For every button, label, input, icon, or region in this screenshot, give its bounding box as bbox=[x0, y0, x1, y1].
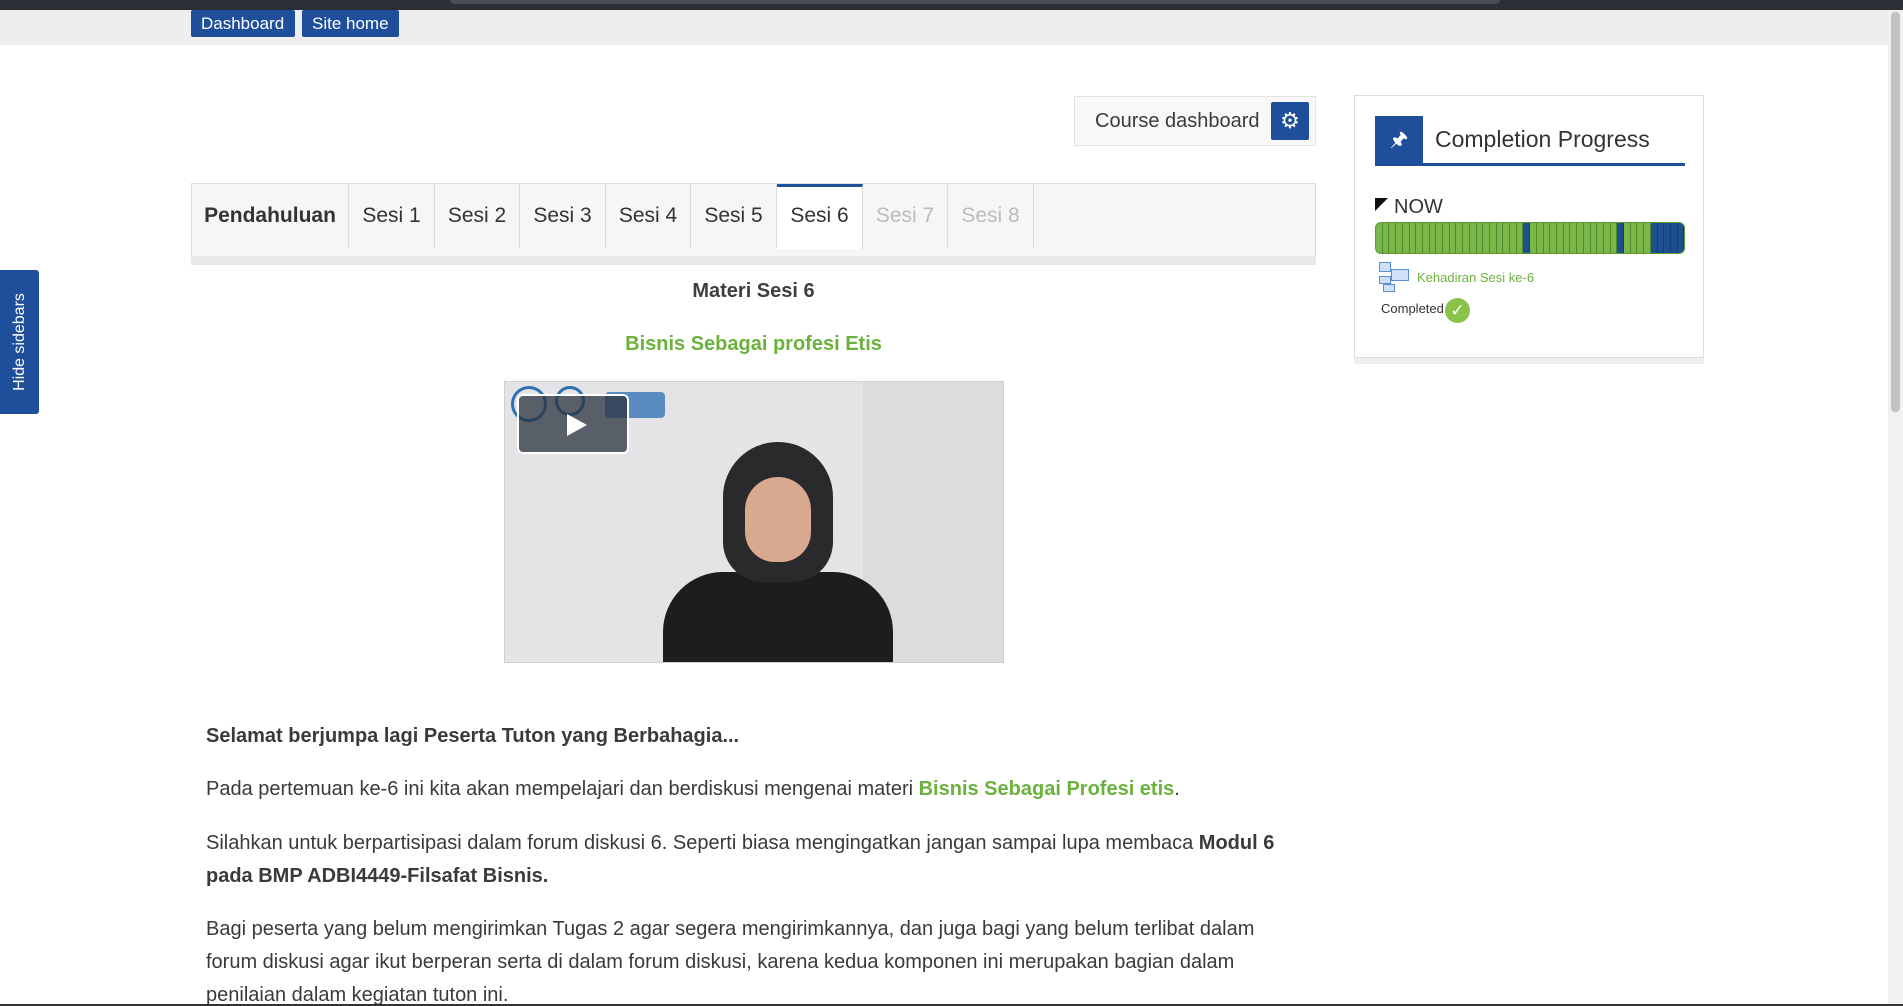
progress-segment[interactable] bbox=[1610, 223, 1618, 253]
progress-segment[interactable] bbox=[1429, 223, 1437, 253]
status-label: Completed bbox=[1381, 301, 1444, 316]
tabs-underline bbox=[191, 256, 1316, 265]
progress-segment[interactable] bbox=[1516, 223, 1524, 253]
intro-paragraph: Pada pertemuan ke-6 ini kita akan mempel… bbox=[206, 773, 1306, 806]
progress-segment[interactable] bbox=[1510, 223, 1517, 253]
progress-bar bbox=[1375, 222, 1685, 254]
progress-segment[interactable] bbox=[1402, 223, 1410, 253]
progress-segment[interactable] bbox=[1449, 223, 1457, 253]
progress-segment[interactable] bbox=[1463, 223, 1470, 253]
topic-link: Bisnis Sebagai Profesi etis bbox=[918, 778, 1175, 800]
tab-sesi-5[interactable]: Sesi 5 bbox=[691, 184, 777, 248]
progress-segment[interactable] bbox=[1630, 223, 1638, 253]
site-home-button[interactable]: Site home bbox=[302, 10, 399, 37]
intro-text: Pada pertemuan ke-6 ini kita akan mempel… bbox=[206, 778, 919, 800]
tab-sesi-1[interactable]: Sesi 1 bbox=[349, 184, 435, 248]
video-player[interactable] bbox=[504, 381, 1004, 663]
progress-segment[interactable] bbox=[1550, 223, 1557, 253]
dashboard-button[interactable]: Dashboard bbox=[191, 10, 295, 37]
now-label: NOW bbox=[1394, 196, 1443, 218]
course-dashboard-label[interactable]: Course dashboard bbox=[1095, 110, 1260, 133]
forum-text: Silahkan untuk berpartisipasi dalam foru… bbox=[206, 832, 1199, 854]
progress-segment[interactable] bbox=[1543, 223, 1551, 253]
top-bar-slot bbox=[450, 0, 1500, 4]
tab-pendahuluan[interactable]: Pendahuluan bbox=[192, 184, 349, 248]
hide-sidebars-label: Hide sidebars bbox=[10, 293, 28, 391]
progress-segment[interactable] bbox=[1670, 223, 1678, 253]
section-tabs: Pendahuluan Sesi 1 Sesi 2 Sesi 3 Sesi 4 … bbox=[191, 183, 1316, 265]
materi-title: Materi Sesi 6 bbox=[692, 280, 815, 302]
progress-segment[interactable] bbox=[1503, 223, 1511, 253]
progress-segment[interactable] bbox=[1376, 223, 1383, 253]
progress-segment[interactable] bbox=[1637, 223, 1645, 253]
progress-segment[interactable] bbox=[1496, 223, 1504, 253]
progress-segment[interactable] bbox=[1382, 223, 1390, 253]
completion-progress-header: 🖈 Completion Progress bbox=[1375, 116, 1685, 166]
gear-icon[interactable]: ⚙ bbox=[1271, 102, 1309, 140]
progress-segment[interactable] bbox=[1563, 223, 1571, 253]
play-icon[interactable] bbox=[517, 394, 629, 454]
progress-segment[interactable] bbox=[1422, 223, 1430, 253]
scrollbar[interactable] bbox=[1888, 10, 1903, 1006]
progress-segment[interactable] bbox=[1597, 223, 1604, 253]
progress-segment[interactable] bbox=[1657, 223, 1665, 253]
completion-progress-title: Completion Progress bbox=[1435, 126, 1650, 152]
progress-segment[interactable] bbox=[1603, 223, 1611, 253]
activity-link[interactable]: Kehadiran Sesi ke-6 bbox=[1417, 270, 1534, 285]
progress-segment[interactable] bbox=[1456, 223, 1464, 253]
now-indicator: NOW bbox=[1375, 196, 1443, 219]
progress-segment[interactable] bbox=[1476, 223, 1484, 253]
progress-segment[interactable] bbox=[1523, 223, 1531, 253]
completion-progress-block: 🖈 Completion Progress NOW Kehadiran Sesi… bbox=[1354, 95, 1704, 364]
progress-segment[interactable] bbox=[1590, 223, 1598, 253]
attendance-icon bbox=[1379, 262, 1411, 292]
progress-segment[interactable] bbox=[1617, 223, 1625, 253]
topic-title: Bisnis Sebagai profesi Etis bbox=[625, 333, 882, 355]
video-person-body bbox=[663, 572, 893, 662]
progress-segment[interactable] bbox=[1624, 223, 1631, 253]
progress-segment[interactable] bbox=[1396, 223, 1403, 253]
progress-segment[interactable] bbox=[1530, 223, 1537, 253]
tab-sesi-8: Sesi 8 bbox=[948, 184, 1034, 248]
progress-segment[interactable] bbox=[1664, 223, 1671, 253]
progress-segment[interactable] bbox=[1489, 223, 1497, 253]
progress-segment[interactable] bbox=[1409, 223, 1417, 253]
video-person-face bbox=[745, 477, 811, 562]
forum-paragraph: Silahkan untuk berpartisipasi dalam foru… bbox=[206, 827, 1306, 893]
progress-segment[interactable] bbox=[1570, 223, 1578, 253]
block-shadow bbox=[1354, 358, 1704, 364]
tab-sesi-3[interactable]: Sesi 3 bbox=[520, 184, 606, 248]
intro-period: . bbox=[1174, 778, 1180, 800]
progress-segment[interactable] bbox=[1644, 223, 1651, 253]
progress-segment[interactable] bbox=[1556, 223, 1564, 253]
progress-segment[interactable] bbox=[1416, 223, 1423, 253]
pin-icon[interactable]: 🖈 bbox=[1375, 116, 1423, 164]
course-dashboard-panel[interactable]: Course dashboard ⚙ bbox=[1074, 96, 1316, 146]
assignment-paragraph: Bagi peserta yang belum mengirimkan Tuga… bbox=[206, 918, 1255, 1006]
scrollbar-thumb[interactable] bbox=[1891, 12, 1900, 412]
progress-segment[interactable] bbox=[1650, 223, 1658, 253]
progress-segment[interactable] bbox=[1469, 223, 1477, 253]
hide-sidebars-button[interactable]: Hide sidebars bbox=[0, 270, 39, 414]
now-marker-icon bbox=[1375, 198, 1388, 211]
check-circle-icon: ✓ bbox=[1445, 298, 1470, 323]
browser-top-bar bbox=[0, 0, 1903, 10]
progress-segment[interactable] bbox=[1443, 223, 1450, 253]
progress-segment[interactable] bbox=[1436, 223, 1444, 253]
progress-segment[interactable] bbox=[1389, 223, 1397, 253]
tab-sesi-4[interactable]: Sesi 4 bbox=[606, 184, 691, 248]
greeting-text: Selamat berjumpa lagi Peserta Tuton yang… bbox=[206, 725, 740, 747]
progress-segment[interactable] bbox=[1577, 223, 1584, 253]
progress-segment[interactable] bbox=[1677, 223, 1684, 253]
progress-segment[interactable] bbox=[1583, 223, 1591, 253]
tab-sesi-7: Sesi 7 bbox=[863, 184, 948, 248]
tab-sesi-6[interactable]: Sesi 6 bbox=[777, 184, 863, 249]
progress-segment[interactable] bbox=[1483, 223, 1490, 253]
progress-segment[interactable] bbox=[1536, 223, 1544, 253]
tab-sesi-2[interactable]: Sesi 2 bbox=[435, 184, 520, 248]
